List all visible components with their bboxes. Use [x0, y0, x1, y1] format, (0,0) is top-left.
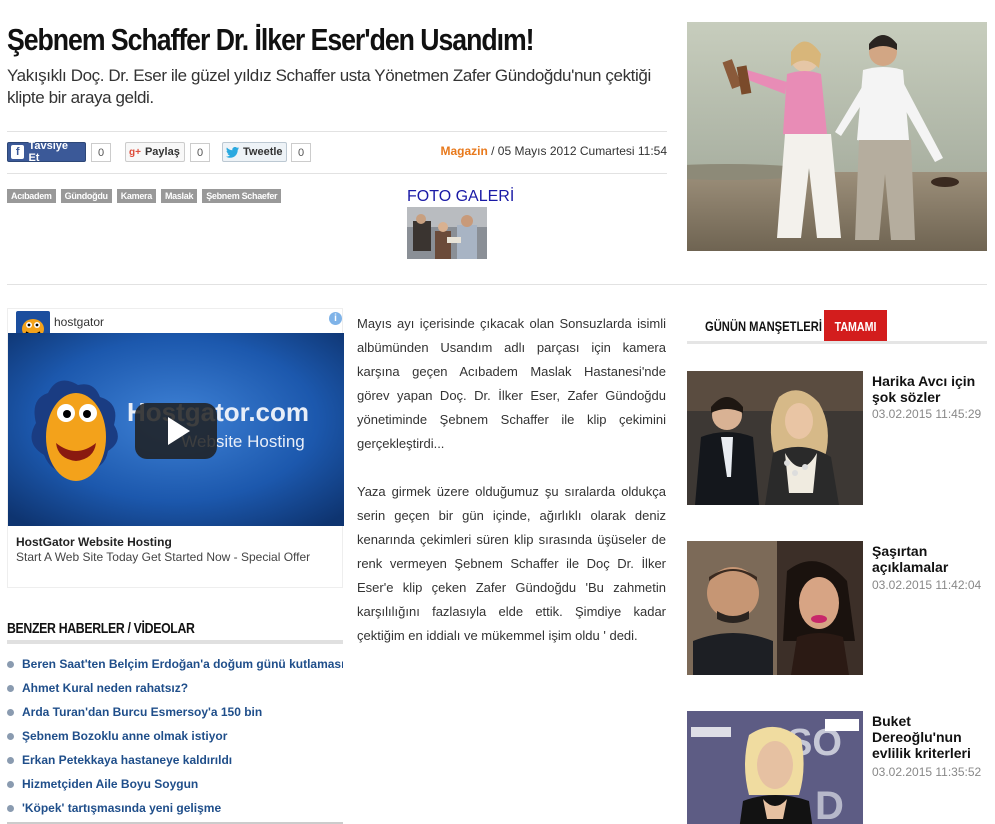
gplus-count: 0	[190, 143, 210, 162]
ad-header: hostgator i	[8, 309, 344, 343]
headline-date: 03.02.2015 11:35:52	[872, 765, 982, 779]
divider	[7, 284, 987, 285]
headline-thumbnail[interactable]	[687, 541, 863, 675]
facebook-label: Tavsiye Et	[28, 140, 69, 164]
ad-advertiser-name: hostgator	[54, 315, 105, 329]
related-news-link[interactable]: Beren Saat'ten Belçim Erdoğan'a doğum gü…	[22, 657, 343, 671]
ad-info-icon[interactable]: i	[329, 312, 342, 325]
headline-thumbnail[interactable]: SO D	[687, 711, 863, 824]
headline-item: Harika Avcı için şok sözler 03.02.2015 1…	[687, 371, 987, 505]
ad-video-player[interactable]: Hostgator.com Website Hosting	[8, 333, 344, 526]
divider	[7, 173, 667, 174]
related-news-item[interactable]: Şebnem Bozoklu anne olmak istiyor	[7, 724, 343, 748]
facebook-icon: f	[11, 145, 25, 159]
ad-title-link[interactable]: HostGator Website Hosting	[16, 535, 172, 549]
tweet-count: 0	[291, 143, 311, 162]
gplus-icon: g+	[129, 146, 141, 158]
svg-text:D: D	[815, 784, 844, 824]
related-news-item[interactable]: Ahmet Kural neden rahatsız?	[7, 676, 343, 700]
bullet-icon	[7, 756, 14, 764]
article-subtitle: Yakışıklı Doç. Dr. Eser ile güzel yıldız…	[7, 66, 651, 107]
tweet-label: Tweetle	[243, 146, 283, 158]
gplus-share-button[interactable]: g+ Paylaş	[125, 142, 185, 162]
facebook-recommend-button[interactable]: f Tavsiye Et	[7, 140, 86, 164]
related-news-item[interactable]: Arda Turan'dan Burcu Esmersoy'a 150 bin	[7, 700, 343, 724]
bullet-icon	[7, 660, 14, 668]
related-news-item[interactable]: Hizmetçiden Aile Boyu Soygun	[7, 772, 343, 796]
headline-title-link[interactable]: Buket Dereoğlu'nun evlilik kriterleri	[872, 713, 987, 761]
divider	[7, 131, 667, 132]
category-link[interactable]: Magazin	[440, 144, 487, 158]
photo-gallery-thumbnail[interactable]	[407, 207, 487, 259]
tag[interactable]: Şebnem Schaefer	[202, 189, 282, 203]
article-paragraph: Yaza girmek üzere olduğumuz şu sıralarda…	[357, 484, 666, 643]
related-news-item[interactable]: Erkan Petekkaya hastaneye kaldırıldı	[7, 748, 343, 772]
tab-all-label: TAMAMI	[834, 319, 877, 334]
headline-date: 03.02.2015 11:45:29	[872, 407, 982, 421]
tag-list: Acıbadem Gündoğdu Kamera Maslak Şebnem S…	[7, 189, 282, 203]
related-news-item[interactable]: 'Köpek' tartışmasında yeni gelişme	[7, 796, 343, 820]
bullet-icon	[7, 708, 14, 716]
bullet-icon	[7, 780, 14, 788]
tag[interactable]: Acıbadem	[7, 189, 56, 203]
related-heading-bar	[7, 640, 343, 644]
article-body: Mayıs ayı içerisinde çıkacak olan Sonsuz…	[357, 312, 666, 672]
tabs-underline	[687, 341, 987, 344]
article-paragraph: Mayıs ayı içerisinde çıkacak olan Sonsuz…	[357, 316, 666, 451]
headline-item: SO D Buket Dereoğlu'nun evlilik kriterle…	[687, 711, 987, 824]
twitter-bird-icon	[226, 145, 239, 159]
tag[interactable]: Maslak	[160, 189, 198, 203]
article-title: Şebnem Schaffer Dr. İlker Eser'den Usand…	[7, 22, 535, 57]
article-meta: Magazin / 05 Mayıs 2012 Cumartesi 11:54	[440, 144, 667, 158]
related-news-heading: BENZER HABERLER / VİDEOLAR	[7, 620, 195, 637]
related-news-link[interactable]: Ahmet Kural neden rahatsız?	[22, 681, 188, 695]
bullet-icon	[7, 804, 14, 812]
publish-date: / 05 Mayıs 2012 Cumartesi 11:54	[487, 144, 667, 158]
related-news-link[interactable]: Şebnem Bozoklu anne olmak istiyor	[22, 729, 227, 743]
related-news-link[interactable]: Erkan Petekkaya hastaneye kaldırıldı	[22, 753, 232, 767]
related-news-item[interactable]: Beren Saat'ten Belçim Erdoğan'a doğum gü…	[7, 652, 343, 676]
tab-all[interactable]: TAMAMI	[824, 310, 887, 343]
headline-item: Şaşırtan açıklamalar 03.02.2015 11:42:04	[687, 541, 987, 675]
related-news-list: Beren Saat'ten Belçim Erdoğan'a doğum gü…	[7, 652, 343, 820]
photo-gallery-link[interactable]: FOTO GALERİ	[407, 188, 514, 206]
related-news-link[interactable]: Arda Turan'dan Burcu Esmersoy'a 150 bin	[22, 705, 262, 719]
play-icon[interactable]	[135, 403, 217, 459]
facebook-count: 0	[91, 143, 111, 162]
tag[interactable]: Kamera	[116, 189, 156, 203]
gplus-label: Paylaş	[144, 146, 180, 158]
bullet-icon	[7, 732, 14, 740]
headline-title-link[interactable]: Şaşırtan açıklamalar	[872, 543, 987, 575]
tweet-button[interactable]: Tweetle	[222, 142, 287, 162]
article-hero-image	[687, 22, 987, 251]
tag[interactable]: Gündoğdu	[60, 189, 112, 203]
ad-description: Start A Web Site Today Get Started Now -…	[16, 550, 311, 564]
tab-label: GÜNÜN MANŞETLERİ	[705, 318, 822, 334]
related-news-link[interactable]: 'Köpek' tartışmasında yeni gelişme	[22, 801, 221, 815]
headline-date: 03.02.2015 11:42:04	[872, 578, 982, 592]
headline-title-link[interactable]: Harika Avcı için şok sözler	[872, 373, 987, 405]
related-news-link[interactable]: Hizmetçiden Aile Boyu Soygun	[22, 777, 198, 791]
video-ad[interactable]: hostgator i Hostgator.com Website Hostin…	[7, 308, 344, 588]
headlines-tabs: GÜNÜN MANŞETLERİ TAMAMI	[687, 310, 987, 343]
bullet-icon	[7, 684, 14, 692]
share-bar: f Tavsiye Et 0 g+ Paylaş 0 Tweetle 0 Mag…	[7, 140, 667, 164]
headline-thumbnail[interactable]	[687, 371, 863, 505]
